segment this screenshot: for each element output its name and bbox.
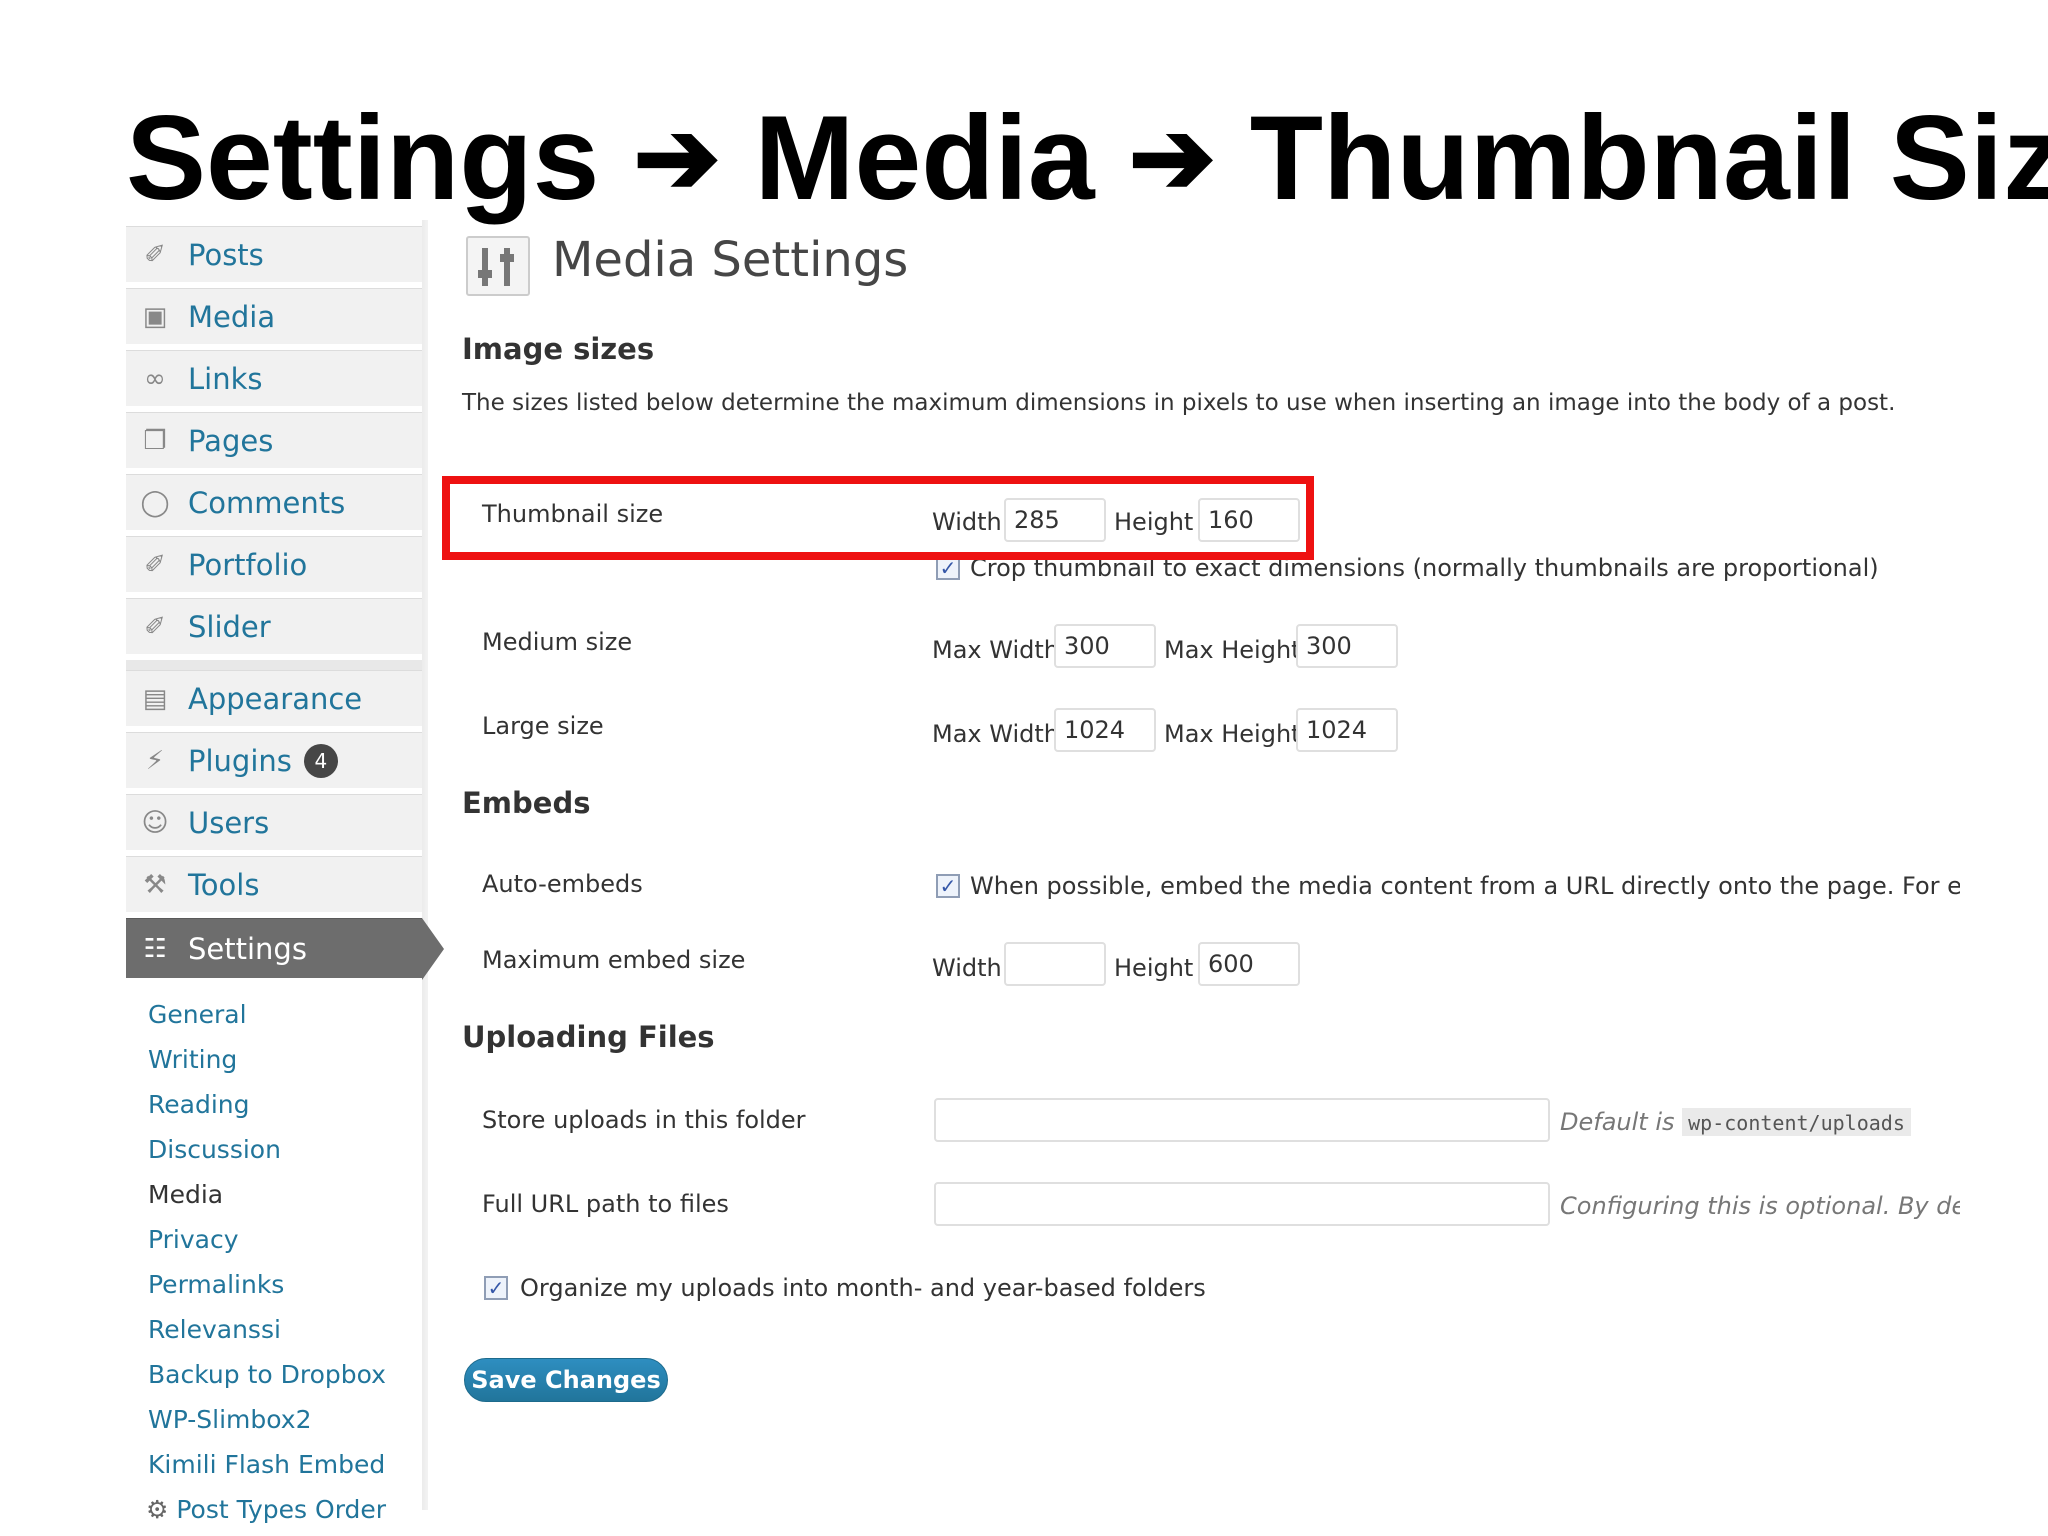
sidebar-item-portfolio[interactable]: ✐ Portfolio bbox=[126, 536, 422, 594]
embed-width-input[interactable] bbox=[1004, 942, 1106, 986]
full-url-path-label: Full URL path to files bbox=[482, 1190, 729, 1218]
medium-max-width-input[interactable]: 300 bbox=[1054, 624, 1156, 668]
sidebar-item-label: Slider bbox=[188, 609, 271, 644]
section-heading-embeds: Embeds bbox=[462, 786, 591, 820]
organize-uploads-label: Organize my uploads into month- and year… bbox=[520, 1274, 1206, 1302]
pages-icon: ❐ bbox=[143, 425, 167, 456]
large-max-width-label: Max Width bbox=[932, 720, 1059, 748]
highlight-box bbox=[442, 476, 1314, 560]
large-max-height-label: Max Height bbox=[1164, 720, 1301, 748]
sidebar-item-label: Posts bbox=[188, 237, 264, 272]
submenu-media[interactable]: Media bbox=[148, 1180, 223, 1209]
default-path-code: wp-content/uploads bbox=[1682, 1108, 1911, 1136]
submenu-general[interactable]: General bbox=[148, 1000, 247, 1029]
link-icon: ∞ bbox=[144, 363, 166, 394]
submenu-privacy[interactable]: Privacy bbox=[148, 1225, 239, 1254]
submenu-wp-slimbox2[interactable]: WP-Slimbox2 bbox=[148, 1405, 311, 1434]
large-max-width-input[interactable]: 1024 bbox=[1054, 708, 1156, 752]
arrow-right-icon: ➔ bbox=[633, 100, 721, 216]
appearance-icon: ▤ bbox=[142, 683, 168, 714]
slide-title: Settings ➔ Media ➔ Thumbnail Size bbox=[126, 88, 2048, 228]
full-url-path-input[interactable] bbox=[934, 1182, 1550, 1226]
sidebar-item-pages[interactable]: ❐ Pages bbox=[126, 412, 422, 470]
sidebar-item-label: Tools bbox=[188, 867, 260, 902]
sidebar-item-plugins[interactable]: ⚡ Plugins 4 bbox=[126, 732, 422, 790]
medium-max-height-input[interactable]: 300 bbox=[1296, 624, 1398, 668]
large-max-height-input[interactable]: 1024 bbox=[1296, 708, 1398, 752]
update-count-badge: 4 bbox=[303, 743, 338, 778]
store-uploads-label: Store uploads in this folder bbox=[482, 1106, 806, 1134]
sidebar-item-label: Portfolio bbox=[188, 547, 308, 582]
submenu-permalinks[interactable]: Permalinks bbox=[148, 1270, 284, 1299]
sidebar-item-posts[interactable]: ✐ Posts bbox=[126, 226, 422, 284]
submenu-label: Post Types Order bbox=[176, 1495, 387, 1524]
submenu-post-types-order[interactable]: ⚙ Post Types Order bbox=[146, 1495, 386, 1524]
organize-uploads-checkbox[interactable]: ✓ bbox=[484, 1276, 508, 1300]
slide-title-part-thumbnail-size: Thumbnail Size bbox=[1249, 91, 2048, 225]
sidebar-item-comments[interactable]: ◯ Comments bbox=[126, 474, 422, 532]
slide-title-part-media: Media bbox=[754, 91, 1095, 225]
sidebar-item-label: Media bbox=[188, 299, 276, 334]
hint-text: Default is bbox=[1560, 1108, 1675, 1136]
sidebar-item-users[interactable]: ☺ Users bbox=[126, 794, 422, 852]
sidebar-item-label: Plugins bbox=[188, 743, 292, 778]
medium-size-label: Medium size bbox=[482, 628, 633, 656]
menu-separator bbox=[126, 660, 422, 670]
arrow-right-icon: ➔ bbox=[1128, 100, 1216, 216]
submenu-relevanssi[interactable]: Relevanssi bbox=[148, 1315, 281, 1344]
gear-icon: ⚙ bbox=[146, 1495, 169, 1524]
pushpin-icon: ✐ bbox=[144, 549, 166, 580]
medium-max-width-label: Max Width bbox=[932, 636, 1059, 664]
comment-icon: ◯ bbox=[140, 487, 170, 518]
embed-width-label: Width bbox=[932, 954, 1002, 982]
submenu-discussion[interactable]: Discussion bbox=[148, 1135, 281, 1164]
pushpin-icon: ✐ bbox=[144, 611, 166, 642]
sidebar-item-settings[interactable]: ☷ Settings bbox=[126, 918, 422, 980]
embed-height-input[interactable]: 600 bbox=[1198, 942, 1300, 986]
large-size-label: Large size bbox=[482, 712, 604, 740]
image-sizes-description: The sizes listed below determine the max… bbox=[462, 390, 1896, 416]
submenu-kimili-flash-embed[interactable]: Kimili Flash Embed bbox=[148, 1450, 385, 1479]
sidebar-item-links[interactable]: ∞ Links bbox=[126, 350, 422, 408]
submenu-writing[interactable]: Writing bbox=[148, 1045, 237, 1074]
sidebar-item-label: Settings bbox=[188, 931, 307, 966]
section-heading-image-sizes: Image sizes bbox=[462, 332, 655, 366]
sidebar-item-label: Comments bbox=[188, 485, 346, 520]
sidebar-item-media[interactable]: ▣ Media bbox=[126, 288, 422, 346]
settings-page-icon bbox=[466, 236, 530, 296]
media-icon: ▣ bbox=[142, 301, 168, 332]
auto-embeds-description: When possible, embed the media content f… bbox=[970, 872, 1960, 900]
auto-embeds-checkbox[interactable]: ✓ bbox=[936, 874, 960, 898]
tools-icon: ⚒ bbox=[143, 869, 167, 900]
embed-height-label: Height bbox=[1114, 954, 1194, 982]
sidebar-item-appearance[interactable]: ▤ Appearance bbox=[126, 670, 422, 728]
medium-max-height-label: Max Height bbox=[1164, 636, 1301, 664]
page-title: Media Settings bbox=[552, 232, 909, 288]
sidebar-item-label: Links bbox=[188, 361, 263, 396]
slide-title-part-settings: Settings bbox=[126, 91, 600, 225]
sidebar-item-label: Pages bbox=[188, 423, 274, 458]
users-icon: ☺ bbox=[141, 807, 169, 838]
save-changes-button[interactable]: Save Changes bbox=[464, 1358, 668, 1402]
sidebar-item-label: Users bbox=[188, 805, 270, 840]
pushpin-icon: ✐ bbox=[144, 239, 166, 270]
section-heading-uploading-files: Uploading Files bbox=[462, 1020, 715, 1054]
admin-sidebar: ✐ Posts ▣ Media ∞ Links ❐ Pages ◯ Commen… bbox=[126, 220, 444, 1536]
full-url-path-hint: Configuring this is optional. By defau bbox=[1560, 1192, 1960, 1220]
max-embed-size-label: Maximum embed size bbox=[482, 946, 746, 974]
upload-folder-hint: Default is wp-content/uploads bbox=[1560, 1108, 1960, 1136]
sidebar-item-tools[interactable]: ⚒ Tools bbox=[126, 856, 422, 914]
active-menu-pointer bbox=[422, 918, 444, 980]
sidebar-item-slider[interactable]: ✐ Slider bbox=[126, 598, 422, 656]
upload-folder-input[interactable] bbox=[934, 1098, 1550, 1142]
plugin-icon: ⚡ bbox=[145, 745, 165, 776]
submenu-reading[interactable]: Reading bbox=[148, 1090, 249, 1119]
sidebar-item-label: Appearance bbox=[188, 681, 363, 716]
settings-icon: ☷ bbox=[143, 933, 167, 964]
auto-embeds-label: Auto-embeds bbox=[482, 870, 643, 898]
submenu-backup-to-dropbox[interactable]: Backup to Dropbox bbox=[148, 1360, 386, 1389]
